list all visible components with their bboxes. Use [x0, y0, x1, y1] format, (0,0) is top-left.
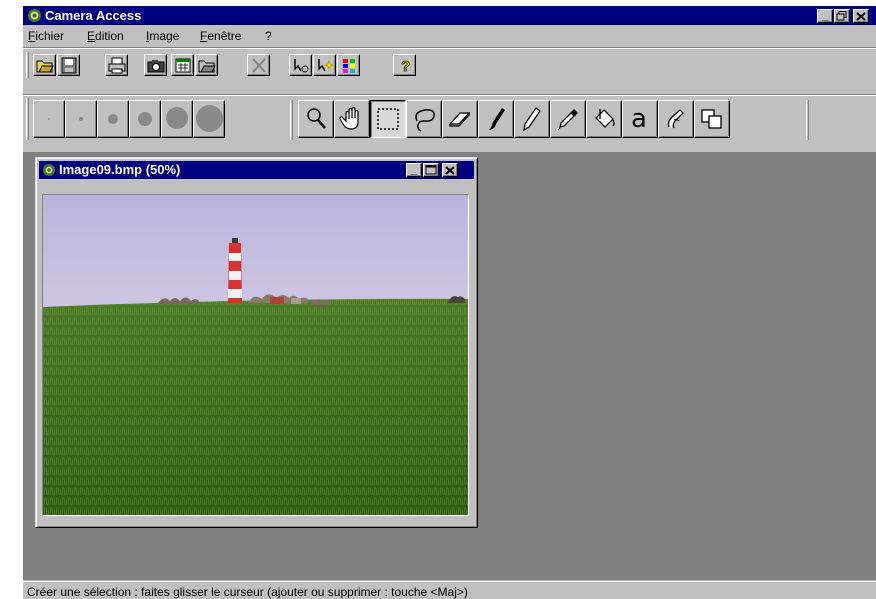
fill-tool[interactable]: [586, 100, 622, 138]
toolbar2-divider: [290, 100, 293, 140]
toolbar1-grip[interactable]: [26, 52, 29, 78]
text-icon: a: [631, 105, 647, 133]
eyedropper-icon: [557, 109, 578, 131]
menu-edition[interactable]: Edition: [87, 29, 124, 43]
brush-size-1[interactable]: [33, 100, 65, 138]
brush-icon: [489, 108, 505, 130]
delete-icon: [252, 58, 266, 73]
hand-icon: [339, 106, 359, 130]
text-tool-glyph: a: [631, 105, 647, 133]
brush-size-6[interactable]: [193, 100, 225, 138]
brush-size-3[interactable]: [97, 100, 129, 138]
save-icon: [61, 57, 77, 74]
clone-tool[interactable]: [658, 100, 694, 138]
brush-dot: [196, 105, 223, 132]
open-batch-icon: [198, 60, 216, 73]
menu-help[interactable]: ?: [265, 29, 272, 43]
help-button[interactable]: ?: [393, 54, 416, 76]
brush-dot: [79, 117, 83, 121]
rect-select-icon: [377, 108, 399, 130]
tool-button-3[interactable]: [337, 54, 360, 76]
menu-fichier[interactable]: Fichier: [28, 29, 64, 43]
layers-icon: [701, 109, 722, 129]
brush-size-4[interactable]: [129, 100, 161, 138]
brush-dot: [138, 112, 152, 126]
camera-access-icon: [28, 9, 41, 22]
print-icon: [108, 57, 126, 74]
acquire-button[interactable]: [144, 54, 167, 76]
maximize-icon: [425, 165, 437, 175]
print-button[interactable]: [105, 54, 128, 76]
layers-tool[interactable]: [694, 100, 730, 138]
fill-bucket-icon: [595, 109, 615, 128]
toolbar2-grip[interactable]: [26, 98, 29, 140]
tool-arrow-icon: [294, 59, 309, 73]
brush-size-5[interactable]: [161, 100, 193, 138]
doc-close-button[interactable]: [442, 163, 458, 177]
zoom-tool[interactable]: [298, 100, 334, 138]
eraser-tool[interactable]: [442, 100, 478, 138]
restore-button[interactable]: [834, 9, 850, 23]
close-icon: [856, 12, 866, 21]
image-canvas[interactable]: [42, 194, 469, 516]
restore-icon: [836, 11, 847, 21]
clone-icon: [667, 109, 684, 129]
status-text: Créer une sélection : faites glisser le …: [27, 585, 468, 599]
tool-button-2[interactable]: [313, 54, 336, 76]
status-bar: Créer une sélection : faites glisser le …: [23, 581, 876, 599]
title-bar: Camera Access _: [23, 6, 876, 25]
lasso-tool[interactable]: [406, 100, 442, 138]
brush-size-2[interactable]: [65, 100, 97, 138]
doc-minimize-button[interactable]: _: [406, 163, 422, 177]
menu-fenetre[interactable]: Fenêtre: [200, 29, 241, 43]
help-icon: ?: [401, 58, 411, 74]
text-tool[interactable]: a: [622, 100, 658, 138]
brush-dot: [48, 118, 50, 120]
pencil-icon: [523, 107, 541, 132]
svg-text:?: ?: [401, 58, 410, 74]
eraser-icon: [448, 112, 471, 127]
workspace: Image09.bmp (50%) _: [23, 152, 876, 580]
tool-button-1[interactable]: [289, 54, 312, 76]
app-title: Camera Access: [45, 8, 142, 23]
menu-image[interactable]: Image: [146, 29, 179, 43]
batch-open-button[interactable]: [195, 54, 218, 76]
delete-button[interactable]: [247, 54, 270, 76]
calendar-icon: [175, 58, 191, 73]
toolbar-separator: [23, 94, 876, 96]
brush-tool[interactable]: [478, 100, 514, 138]
open-button[interactable]: [33, 54, 56, 76]
minimize-button[interactable]: _: [817, 9, 833, 23]
document-icon: [43, 164, 55, 176]
sparkle-icon: [318, 59, 334, 72]
camera-icon: [147, 60, 165, 73]
toolbar2-end: [806, 100, 809, 140]
eyedropper-tool[interactable]: [550, 100, 586, 138]
document-title-bar[interactable]: Image09.bmp (50%) _: [39, 161, 474, 179]
app-window: Camera Access _ Fichier Edition Image Fe…: [23, 6, 876, 599]
doc-maximize-button[interactable]: [423, 163, 439, 177]
save-button[interactable]: [57, 54, 80, 76]
open-folder-icon: [36, 60, 54, 73]
calendar-button[interactable]: [171, 54, 194, 76]
hand-tool[interactable]: [334, 100, 370, 138]
zoom-icon: [307, 108, 326, 129]
image-document-window[interactable]: Image09.bmp (50%) _: [35, 157, 478, 528]
pencil-tool[interactable]: [514, 100, 550, 138]
lasso-icon: [415, 109, 435, 132]
brush-dot: [166, 107, 188, 129]
close-button[interactable]: [853, 9, 869, 23]
document-title: Image09.bmp (50%): [59, 162, 181, 177]
color-grid-icon: [343, 59, 355, 73]
close-icon: [445, 166, 455, 175]
rect-select-tool[interactable]: [370, 100, 406, 138]
menu-bar: Fichier Edition Image Fenêtre ?: [23, 26, 876, 46]
menu-separator: [23, 47, 876, 49]
lighthouse-photo: [43, 195, 468, 515]
brush-dot: [108, 114, 118, 124]
